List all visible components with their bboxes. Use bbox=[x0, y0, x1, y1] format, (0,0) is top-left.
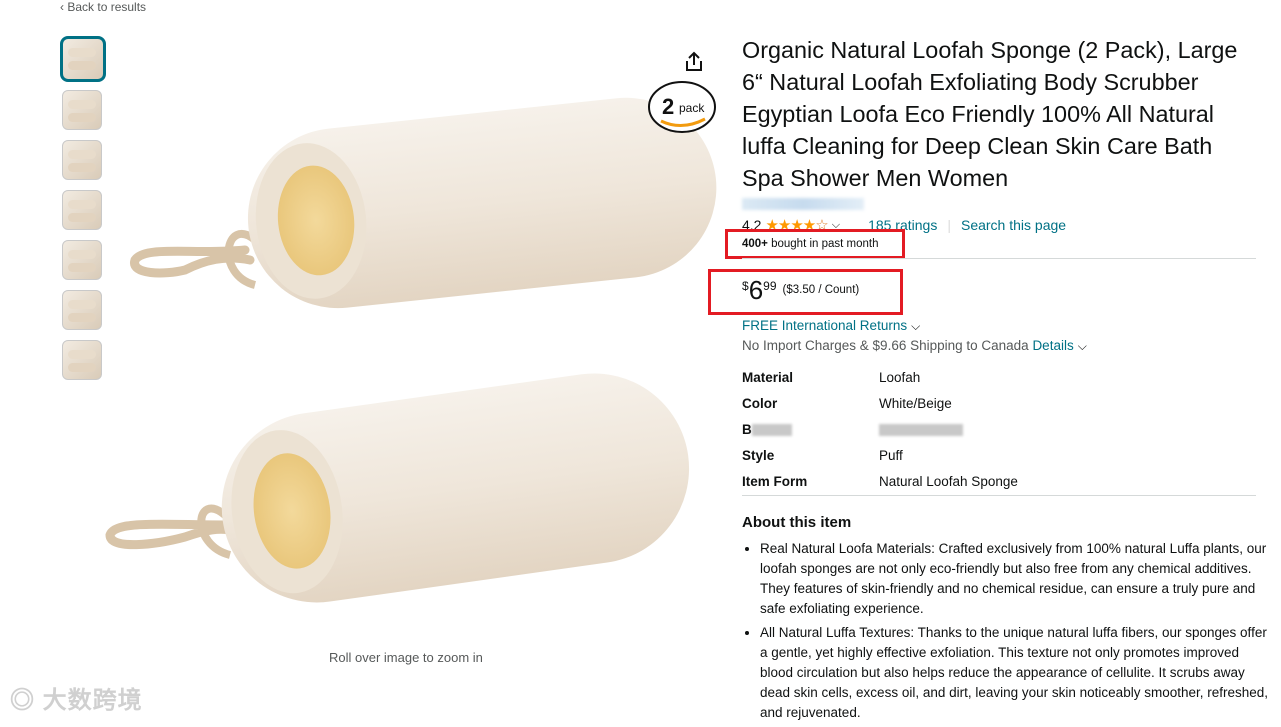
zoom-hint: Roll over image to zoom in bbox=[329, 650, 483, 665]
bought-in-past-month: 400+ bought in past month bbox=[742, 238, 879, 250]
divider bbox=[742, 495, 1256, 496]
blurred-text bbox=[751, 423, 792, 436]
spec-value: Puff bbox=[879, 447, 903, 463]
price: $ 6 99 ($3.50 / Count) bbox=[742, 276, 859, 304]
thumbnail-6[interactable] bbox=[62, 290, 102, 330]
list-item: Real Natural Loofa Materials: Crafted ex… bbox=[760, 539, 1274, 619]
spec-value-blurred bbox=[879, 416, 1162, 442]
free-returns-link[interactable]: FREE International Returns bbox=[742, 318, 907, 333]
price-currency: $ bbox=[742, 279, 749, 293]
spec-row: Style Puff bbox=[742, 442, 1162, 468]
divider bbox=[742, 258, 1256, 259]
pack-badge-word: pack bbox=[679, 101, 705, 115]
share-icon[interactable] bbox=[683, 50, 705, 74]
spec-value: White/Beige bbox=[879, 395, 952, 411]
watermark: ◎ 大数跨境 bbox=[10, 680, 143, 715]
watermark-logo-icon: ◎ bbox=[10, 687, 43, 714]
spec-key: Style bbox=[742, 447, 775, 463]
thumbnail-7[interactable] bbox=[62, 340, 102, 380]
import-charges-text: No Import Charges & $9.66 Shipping to Ca… bbox=[742, 338, 1033, 353]
store-link-blurred[interactable] bbox=[742, 198, 864, 210]
thumbnail-2[interactable] bbox=[62, 90, 102, 130]
watermark-text: 大数跨境 bbox=[42, 687, 143, 714]
loofah-image: 2 pack bbox=[105, 81, 717, 603]
spec-key: Item Form bbox=[742, 473, 808, 489]
chevron-down-icon[interactable]: ⌵ bbox=[1078, 339, 1087, 353]
about-heading: About this item bbox=[742, 514, 852, 531]
thumbnail-4[interactable] bbox=[62, 190, 102, 230]
list-item: All Natural Luffa Textures: Thanks to th… bbox=[760, 623, 1274, 723]
thumbnail-1[interactable] bbox=[60, 36, 106, 82]
product-specs-table: Material Loofah Color White/Beige B Style P… bbox=[742, 364, 1162, 494]
pack-badge-number: 2 bbox=[662, 94, 674, 119]
chevron-down-icon[interactable]: ⌵ bbox=[911, 319, 920, 333]
free-returns[interactable]: FREE International Returns ⌵ bbox=[742, 318, 920, 334]
search-this-page-link[interactable]: Search this page bbox=[961, 217, 1066, 233]
spec-value: Loofah bbox=[879, 369, 921, 385]
spec-value: Natural Loofah Sponge bbox=[879, 473, 1018, 489]
spec-row: Color White/Beige bbox=[742, 390, 1162, 416]
separator: | bbox=[947, 217, 951, 233]
thumbnail-3[interactable] bbox=[62, 140, 102, 180]
thumbnail-5[interactable] bbox=[62, 240, 102, 280]
price-whole: 6 bbox=[748, 275, 764, 305]
about-bullets: Real Natural Loofa Materials: Crafted ex… bbox=[742, 539, 1274, 727]
spec-key-blurred: B bbox=[742, 416, 879, 442]
spec-row: Material Loofah bbox=[742, 364, 1162, 390]
price-fraction: 99 bbox=[763, 279, 777, 293]
import-charges: No Import Charges & $9.66 Shipping to Ca… bbox=[742, 338, 1087, 354]
unit-price: ($3.50 / Count) bbox=[782, 284, 860, 296]
spec-row: Item Form Natural Loofah Sponge bbox=[742, 468, 1162, 494]
product-title: Organic Natural Loofah Sponge (2 Pack), … bbox=[742, 37, 1238, 191]
back-link-label: Back to results bbox=[67, 0, 147, 14]
details-link[interactable]: Details bbox=[1032, 338, 1073, 353]
spec-key: Color bbox=[742, 395, 778, 411]
thumbnail-strip bbox=[60, 36, 106, 390]
back-to-results-link[interactable]: ‹ Back to results bbox=[60, 0, 146, 14]
spec-row: B bbox=[742, 416, 1162, 442]
blurred-text bbox=[879, 423, 963, 436]
spec-key: Material bbox=[742, 369, 794, 385]
main-product-image[interactable]: 2 pack bbox=[105, 75, 725, 620]
